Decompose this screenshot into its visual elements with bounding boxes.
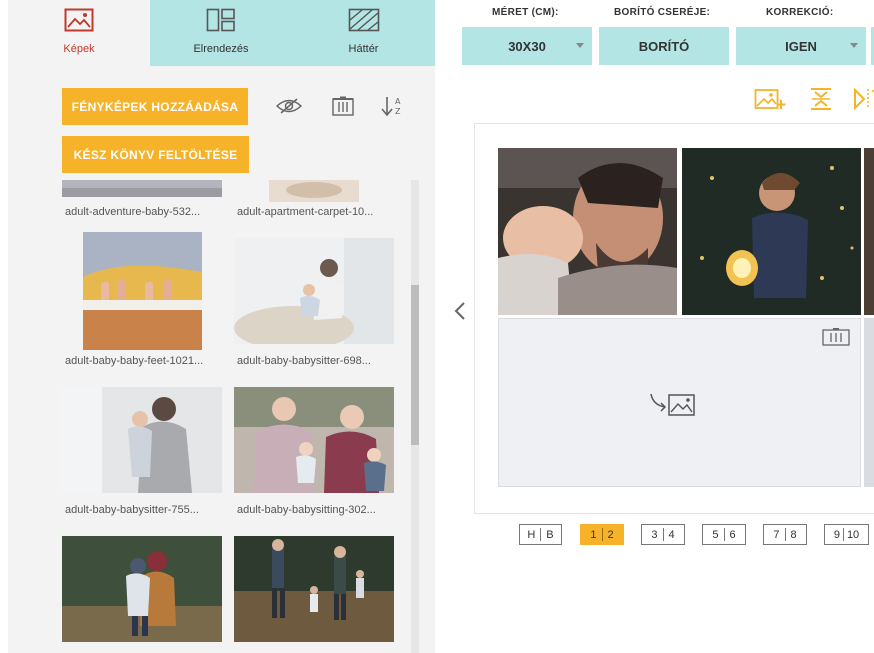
page-photo[interactable]	[682, 148, 861, 315]
cover-value: BORÍTÓ	[638, 38, 690, 54]
tab-layout-label: Elrendezés	[193, 43, 249, 55]
panel-tabs: Képek Elrendezés Háttér	[8, 0, 435, 66]
svg-text:Z: Z	[395, 107, 401, 116]
page-right: B	[546, 528, 554, 541]
photo-name: adult-apartment-carpet-10...	[237, 206, 374, 218]
page-right: 10	[846, 528, 860, 541]
scrollbar-thumb[interactable]	[411, 285, 419, 445]
trash-icon[interactable]	[330, 95, 356, 117]
correction-select[interactable]: IGEN	[736, 27, 866, 65]
upload-book-button[interactable]: KÉSZ KÖNYV FELTÖLTÉSE	[62, 136, 249, 173]
left-panel: Képek Elrendezés Háttér FÉNYKÉPEK HOZZÁA…	[8, 0, 435, 653]
cover-label: BORÍTÓ CSERÉJE:	[614, 7, 711, 18]
page-left: 5	[712, 528, 719, 541]
page-right: 2	[607, 528, 614, 541]
cover-button[interactable]: BORÍTÓ	[599, 27, 729, 65]
photo-thumb[interactable]	[62, 387, 222, 493]
photo-thumb[interactable]	[269, 180, 359, 202]
drop-image-icon	[649, 391, 697, 422]
chevron-down-icon	[576, 43, 584, 48]
chevron-down-icon	[850, 43, 858, 48]
add-image-icon[interactable]	[754, 86, 786, 112]
tab-images-label: Képek	[63, 43, 95, 55]
tab-background[interactable]: Háttér	[292, 0, 435, 66]
size-select[interactable]: 30X30	[462, 27, 592, 65]
photo-thumb[interactable]	[234, 387, 394, 493]
page-left: 9	[833, 528, 840, 541]
photo-thumb[interactable]	[83, 232, 202, 350]
photo-thumb[interactable]	[234, 238, 394, 350]
page-button[interactable]: 56	[702, 524, 746, 545]
photo-name: adult-baby-babysitting-302...	[237, 504, 376, 516]
flip-vertical-icon[interactable]	[808, 86, 834, 112]
photo-name: adult-baby-babysitter-755...	[65, 504, 199, 516]
page-button[interactable]: 78	[763, 524, 807, 545]
page-photo[interactable]	[864, 318, 874, 487]
correction-value: IGEN	[785, 38, 817, 54]
page-photo[interactable]	[498, 148, 677, 315]
correction-label: KORREKCIÓ:	[766, 7, 834, 18]
image-icon	[64, 8, 94, 37]
page-button[interactable]: 34	[641, 524, 685, 545]
flip-horizontal-icon[interactable]	[852, 86, 874, 112]
tab-images[interactable]: Képek	[8, 0, 150, 66]
tab-background-label: Háttér	[348, 43, 379, 55]
background-icon	[348, 8, 380, 37]
photo-name: adult-baby-babysitter-698...	[237, 355, 371, 367]
sort-az-icon[interactable]: A Z	[380, 95, 406, 117]
tab-layout[interactable]: Elrendezés	[150, 0, 292, 66]
photo-list: adult-adventure-baby-532... adult-apartm…	[62, 180, 410, 653]
layout-icon	[206, 8, 236, 37]
page-button[interactable]: 9 10	[824, 524, 869, 545]
page-right: 6	[729, 528, 736, 541]
add-photos-button[interactable]: FÉNYKÉPEK HOZZÁADÁSA	[62, 88, 248, 125]
page-left: 1	[590, 528, 597, 541]
photo-thumb[interactable]	[234, 536, 394, 642]
photo-thumb[interactable]	[62, 536, 222, 642]
svg-text:A: A	[395, 97, 401, 106]
page-button-active[interactable]: 12	[580, 524, 624, 545]
page-right: 4	[668, 528, 675, 541]
page-photo[interactable]	[864, 148, 874, 315]
trash-icon[interactable]	[822, 328, 850, 351]
size-label: MÉRET (CM):	[492, 7, 559, 18]
empty-photo-slot[interactable]	[498, 318, 861, 487]
chevron-left-icon[interactable]	[452, 300, 468, 322]
page-left: H	[527, 528, 536, 541]
page-left: 3	[651, 528, 658, 541]
photo-thumb[interactable]	[62, 180, 222, 197]
page-left: 7	[773, 528, 780, 541]
page-button[interactable]: HB	[519, 524, 562, 545]
eye-hidden-icon[interactable]	[276, 95, 302, 117]
photo-name: adult-baby-baby-feet-1021...	[65, 355, 204, 367]
size-value: 30X30	[508, 38, 546, 54]
page-right: 8	[790, 528, 797, 541]
photo-name: adult-adventure-baby-532...	[65, 206, 201, 218]
